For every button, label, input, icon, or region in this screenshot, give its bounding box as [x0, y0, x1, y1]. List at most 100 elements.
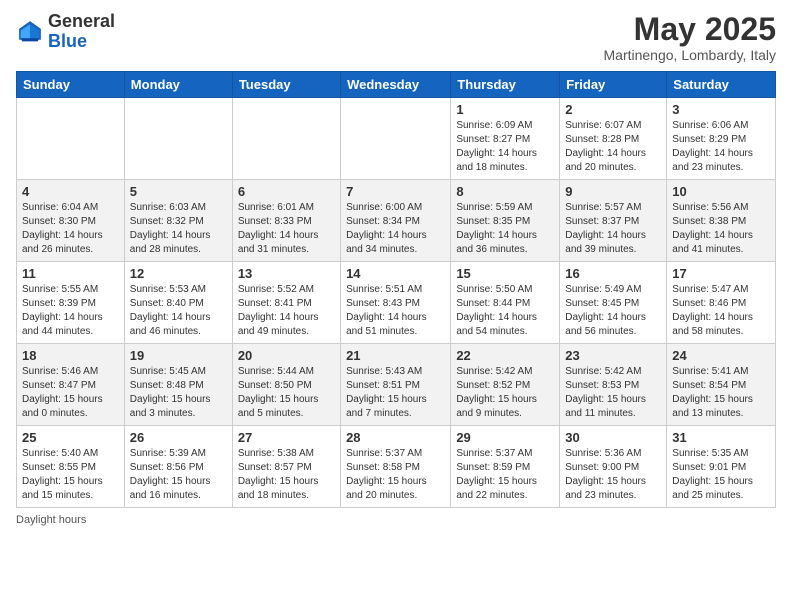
- day-number: 3: [672, 102, 770, 117]
- day-cell: 15Sunrise: 5:50 AM Sunset: 8:44 PM Dayli…: [451, 262, 560, 344]
- day-cell: 27Sunrise: 5:38 AM Sunset: 8:57 PM Dayli…: [232, 426, 340, 508]
- day-number: 9: [565, 184, 661, 199]
- day-cell: 8Sunrise: 5:59 AM Sunset: 8:35 PM Daylig…: [451, 180, 560, 262]
- day-number: 15: [456, 266, 554, 281]
- weekday-wednesday: Wednesday: [341, 72, 451, 98]
- day-number: 29: [456, 430, 554, 445]
- day-info: Sunrise: 5:45 AM Sunset: 8:48 PM Dayligh…: [130, 365, 227, 421]
- day-cell: 10Sunrise: 5:56 AM Sunset: 8:38 PM Dayli…: [667, 180, 776, 262]
- page: General Blue May 2025 Martinengo, Lombar…: [0, 0, 792, 534]
- day-cell: 28Sunrise: 5:37 AM Sunset: 8:58 PM Dayli…: [341, 426, 451, 508]
- day-cell: [124, 98, 232, 180]
- day-cell: 5 Sunrise: 6:03 AM Sunset: 8:32 PM Daylig…: [124, 180, 232, 262]
- day-number: 2: [565, 102, 661, 117]
- day-number: 5: [130, 184, 227, 199]
- logo-icon: [16, 18, 44, 46]
- day-info: Sunrise: 5:42 AM Sunset: 8:52 PM Dayligh…: [456, 365, 554, 421]
- day-cell: 31 Sunrise: 5:35 AM Sunset: 9:01 PM Dayli…: [667, 426, 776, 508]
- day-number: 11: [22, 266, 119, 281]
- day-number: 20: [238, 348, 335, 363]
- day-info: Sunrise: 5:53 AM Sunset: 8:40 PM Dayligh…: [130, 283, 227, 339]
- day-number: 24: [672, 348, 770, 363]
- day-number: 1: [456, 102, 554, 117]
- weekday-thursday: Thursday: [451, 72, 560, 98]
- day-number: 7: [346, 184, 445, 199]
- day-info: Sunrise: 6:06 AM Sunset: 8:29 PM Dayligh…: [672, 119, 770, 175]
- logo-general: General: [48, 11, 115, 31]
- day-number: 8: [456, 184, 554, 199]
- month-title: May 2025: [604, 12, 777, 47]
- day-number: 30: [565, 430, 661, 445]
- day-number: 21: [346, 348, 445, 363]
- week-row-3: 18Sunrise: 5:46 AM Sunset: 8:47 PM Dayli…: [17, 344, 776, 426]
- weekday-tuesday: Tuesday: [232, 72, 340, 98]
- day-number: 4: [22, 184, 119, 199]
- day-cell: 16 Sunrise: 5:49 AM Sunset: 8:45 PM Dayli…: [560, 262, 667, 344]
- weekday-header-row: SundayMondayTuesdayWednesdayThursdayFrid…: [17, 72, 776, 98]
- day-cell: 14 Sunrise: 5:51 AM Sunset: 8:43 PM Dayli…: [341, 262, 451, 344]
- day-number: 25: [22, 430, 119, 445]
- day-cell: 12Sunrise: 5:53 AM Sunset: 8:40 PM Dayli…: [124, 262, 232, 344]
- day-number: 27: [238, 430, 335, 445]
- day-info: Sunrise: 6:04 AM Sunset: 8:30 PM Dayligh…: [22, 201, 119, 257]
- day-info: Sunrise: 5:39 AM Sunset: 8:56 PM Dayligh…: [130, 447, 227, 503]
- day-info: Sunrise: 5:36 AM Sunset: 9:00 PM Dayligh…: [565, 447, 661, 503]
- day-info: Sunrise: 5:41 AM Sunset: 8:54 PM Dayligh…: [672, 365, 770, 421]
- day-number: 14: [346, 266, 445, 281]
- day-cell: 11 Sunrise: 5:55 AM Sunset: 8:39 PM Dayli…: [17, 262, 125, 344]
- day-cell: 24 Sunrise: 5:41 AM Sunset: 8:54 PM Dayli…: [667, 344, 776, 426]
- day-info: Sunrise: 5:56 AM Sunset: 8:38 PM Dayligh…: [672, 201, 770, 257]
- day-info: Sunrise: 5:49 AM Sunset: 8:45 PM Dayligh…: [565, 283, 661, 339]
- day-number: 23: [565, 348, 661, 363]
- week-row-0: 1Sunrise: 6:09 AM Sunset: 8:27 PM Daylig…: [17, 98, 776, 180]
- location: Martinengo, Lombardy, Italy: [604, 47, 777, 63]
- weekday-friday: Friday: [560, 72, 667, 98]
- header: General Blue May 2025 Martinengo, Lombar…: [16, 12, 776, 63]
- day-cell: 22 Sunrise: 5:42 AM Sunset: 8:52 PM Dayli…: [451, 344, 560, 426]
- day-cell: 7 Sunrise: 6:00 AM Sunset: 8:34 PM Daylig…: [341, 180, 451, 262]
- day-info: Sunrise: 5:55 AM Sunset: 8:39 PM Dayligh…: [22, 283, 119, 339]
- logo-blue: Blue: [48, 31, 87, 51]
- day-cell: 6Sunrise: 6:01 AM Sunset: 8:33 PM Daylig…: [232, 180, 340, 262]
- weekday-monday: Monday: [124, 72, 232, 98]
- day-number: 6: [238, 184, 335, 199]
- day-cell: 21 Sunrise: 5:43 AM Sunset: 8:51 PM Dayli…: [341, 344, 451, 426]
- day-cell: 25 Sunrise: 5:40 AM Sunset: 8:55 PM Dayli…: [17, 426, 125, 508]
- day-number: 22: [456, 348, 554, 363]
- day-info: Sunrise: 5:35 AM Sunset: 9:01 PM Dayligh…: [672, 447, 770, 503]
- day-cell: 4 Sunrise: 6:04 AM Sunset: 8:30 PM Daylig…: [17, 180, 125, 262]
- day-info: Sunrise: 6:03 AM Sunset: 8:32 PM Dayligh…: [130, 201, 227, 257]
- day-cell: 26Sunrise: 5:39 AM Sunset: 8:56 PM Dayli…: [124, 426, 232, 508]
- day-number: 19: [130, 348, 227, 363]
- day-number: 16: [565, 266, 661, 281]
- day-cell: 13Sunrise: 5:52 AM Sunset: 8:41 PM Dayli…: [232, 262, 340, 344]
- day-info: Sunrise: 5:46 AM Sunset: 8:47 PM Dayligh…: [22, 365, 119, 421]
- day-cell: 9 Sunrise: 5:57 AM Sunset: 8:37 PM Daylig…: [560, 180, 667, 262]
- day-cell: 18Sunrise: 5:46 AM Sunset: 8:47 PM Dayli…: [17, 344, 125, 426]
- day-cell: 2 Sunrise: 6:07 AM Sunset: 8:28 PM Daylig…: [560, 98, 667, 180]
- day-info: Sunrise: 5:57 AM Sunset: 8:37 PM Dayligh…: [565, 201, 661, 257]
- day-info: Sunrise: 5:43 AM Sunset: 8:51 PM Dayligh…: [346, 365, 445, 421]
- daylight-label: Daylight hours: [16, 514, 86, 526]
- day-cell: 3 Sunrise: 6:06 AM Sunset: 8:29 PM Daylig…: [667, 98, 776, 180]
- day-cell: [232, 98, 340, 180]
- day-cell: 23Sunrise: 5:42 AM Sunset: 8:53 PM Dayli…: [560, 344, 667, 426]
- day-cell: 17 Sunrise: 5:47 AM Sunset: 8:46 PM Dayli…: [667, 262, 776, 344]
- day-info: Sunrise: 5:44 AM Sunset: 8:50 PM Dayligh…: [238, 365, 335, 421]
- day-number: 31: [672, 430, 770, 445]
- week-row-1: 4 Sunrise: 6:04 AM Sunset: 8:30 PM Daylig…: [17, 180, 776, 262]
- weekday-saturday: Saturday: [667, 72, 776, 98]
- day-info: Sunrise: 5:37 AM Sunset: 8:59 PM Dayligh…: [456, 447, 554, 503]
- day-info: Sunrise: 5:47 AM Sunset: 8:46 PM Dayligh…: [672, 283, 770, 339]
- day-info: Sunrise: 5:51 AM Sunset: 8:43 PM Dayligh…: [346, 283, 445, 339]
- title-block: May 2025 Martinengo, Lombardy, Italy: [604, 12, 777, 63]
- day-info: Sunrise: 5:40 AM Sunset: 8:55 PM Dayligh…: [22, 447, 119, 503]
- day-cell: [341, 98, 451, 180]
- day-number: 17: [672, 266, 770, 281]
- day-number: 13: [238, 266, 335, 281]
- calendar: SundayMondayTuesdayWednesdayThursdayFrid…: [16, 71, 776, 508]
- day-cell: 30 Sunrise: 5:36 AM Sunset: 9:00 PM Dayli…: [560, 426, 667, 508]
- day-cell: 20 Sunrise: 5:44 AM Sunset: 8:50 PM Dayli…: [232, 344, 340, 426]
- day-info: Sunrise: 6:07 AM Sunset: 8:28 PM Dayligh…: [565, 119, 661, 175]
- day-info: Sunrise: 6:00 AM Sunset: 8:34 PM Dayligh…: [346, 201, 445, 257]
